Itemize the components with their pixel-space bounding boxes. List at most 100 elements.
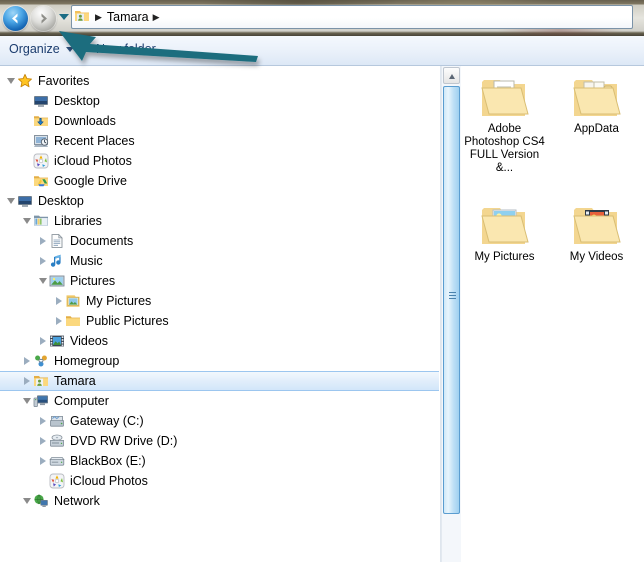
file-item-label: AppData [574,123,619,135]
expand-triangle-icon[interactable] [36,451,49,471]
file-item-label: My Videos [569,251,624,263]
collapse-triangle-icon[interactable] [20,391,33,411]
sidebar-item-pictures[interactable]: Pictures [0,271,440,291]
scrollbar-grip-icon [449,292,456,301]
breadcrumb-separator-end[interactable]: ▶ [153,12,160,23]
expand-triangle-icon[interactable] [52,291,65,311]
videos-icon [49,333,65,349]
sidebar-item-label: Gateway (C:) [70,414,144,428]
expand-triangle-icon[interactable] [20,371,33,391]
sidebar-item-label: Pictures [70,274,116,288]
computer-icon [33,393,49,409]
new-folder-label: New folder [96,42,156,56]
folder-tree: Favorites Desktop Downloads Recent Places iC… [0,66,440,511]
sidebar-item-documents[interactable]: Documents [0,231,440,251]
recent-places-icon [33,133,49,149]
sidebar-item-gateway-c[interactable]: Gateway (C:) [0,411,440,431]
sidebar-item-google-drive[interactable]: Google Drive [0,171,440,191]
pictures-icon [49,273,65,289]
file-item[interactable]: Adobe Photoshop CS4 FULL Version &... [462,68,547,175]
my-pictures-icon [65,293,81,309]
sidebar-item-my-pictures[interactable]: My Pictures [0,291,440,311]
expand-triangle-icon[interactable] [36,231,49,251]
file-list-pane: Adobe Photoshop CS4 FULL Version &... App… [461,66,644,562]
sidebar-item-label: Desktop [54,94,100,108]
sidebar-item-libraries[interactable]: Libraries [0,211,440,231]
sidebar-item-homegroup[interactable]: Homegroup [0,351,440,371]
folder-icon [65,313,81,329]
file-item[interactable]: My Pictures [462,196,547,264]
organize-button[interactable]: Organize [9,42,74,56]
downloads-icon [33,113,49,129]
dvd-drive-icon [49,433,65,449]
sidebar-item-tamara[interactable]: Tamara [0,371,439,391]
folder-pictures-icon [462,196,547,248]
organize-label: Organize [9,42,60,56]
scroll-up-button[interactable] [443,67,460,84]
sidebar-item-recent-places[interactable]: Recent Places [0,131,440,151]
monitor-icon [33,93,49,109]
breadcrumb-separator: ▶ [95,11,102,22]
expand-triangle-icon[interactable] [36,331,49,351]
sidebar-item-label: Public Pictures [86,314,169,328]
sidebar-item-blackbox-e[interactable]: BlackBox (E:) [0,451,440,471]
sidebar-item-favorites[interactable]: Favorites [0,71,440,91]
collapse-triangle-icon[interactable] [4,71,17,91]
back-button[interactable] [3,6,28,31]
file-item[interactable]: My Videos [554,196,639,264]
sidebar-item-dvd-rw-drive-d[interactable]: DVD RW Drive (D:) [0,431,440,451]
sidebar-item-label: Videos [70,334,108,348]
expand-triangle-icon[interactable] [36,431,49,451]
removable-drive-icon [49,453,65,469]
collapse-triangle-icon[interactable] [20,491,33,511]
star-icon [17,73,33,89]
expand-triangle-icon[interactable] [20,351,33,371]
sidebar-item-downloads[interactable]: Downloads [0,111,440,131]
forward-button[interactable] [31,6,56,31]
folder-videos-icon [554,196,639,248]
sidebar-item-public-pictures[interactable]: Public Pictures [0,311,440,331]
expand-triangle-icon[interactable] [36,411,49,431]
sidebar-item-desktop[interactable]: Desktop [0,91,440,111]
navigation-pane: Favorites Desktop Downloads Recent Places iC… [0,66,440,562]
scrollbar-track[interactable] [443,86,460,541]
sidebar-item-network[interactable]: Network [0,491,440,511]
icloud-photos-icon [49,473,65,489]
collapse-triangle-icon[interactable] [4,191,17,211]
expand-triangle-icon[interactable] [52,311,65,331]
user-folder-icon [74,8,90,27]
scrollbar-thumb[interactable] [443,86,460,514]
sidebar-item-label: My Pictures [86,294,152,308]
icloud-photos-icon [33,153,49,169]
sidebar-item-label: Music [70,254,103,268]
hard-drive-icon [49,413,65,429]
collapse-triangle-icon[interactable] [20,211,33,231]
collapse-triangle-icon[interactable] [36,271,49,291]
sidebar-item-icloud-photos[interactable]: iCloud Photos [0,471,440,491]
file-item-label: My Pictures [474,251,535,263]
file-item[interactable]: AppData [554,68,639,136]
sidebar-item-label: iCloud Photos [70,474,148,488]
sidebar-item-icloud-photos[interactable]: iCloud Photos [0,151,440,171]
folder-with-files-icon [554,68,639,120]
sidebar-item-label: Desktop [38,194,84,208]
sidebar-item-videos[interactable]: Videos [0,331,440,351]
explorer-window: ▶ Tamara ▶ Organize New folder Favorites… [0,0,644,562]
breadcrumb-tamara[interactable]: Tamara [107,10,149,24]
sidebar-item-label: Favorites [38,74,90,88]
expand-triangle-icon[interactable] [36,251,49,271]
sidebar-item-label: BlackBox (E:) [70,454,146,468]
address-bar[interactable]: ▶ Tamara ▶ [71,5,633,29]
sidebar-item-music[interactable]: Music [0,251,440,271]
sidebar-item-desktop[interactable]: Desktop [0,191,440,211]
monitor-icon [17,193,33,209]
vertical-scrollbar[interactable] [441,66,462,562]
new-folder-button[interactable]: New folder [96,42,156,56]
sidebar-item-computer[interactable]: Computer [0,391,440,411]
recent-pages-dropdown-icon[interactable] [59,14,69,20]
homegroup-icon [33,353,49,369]
